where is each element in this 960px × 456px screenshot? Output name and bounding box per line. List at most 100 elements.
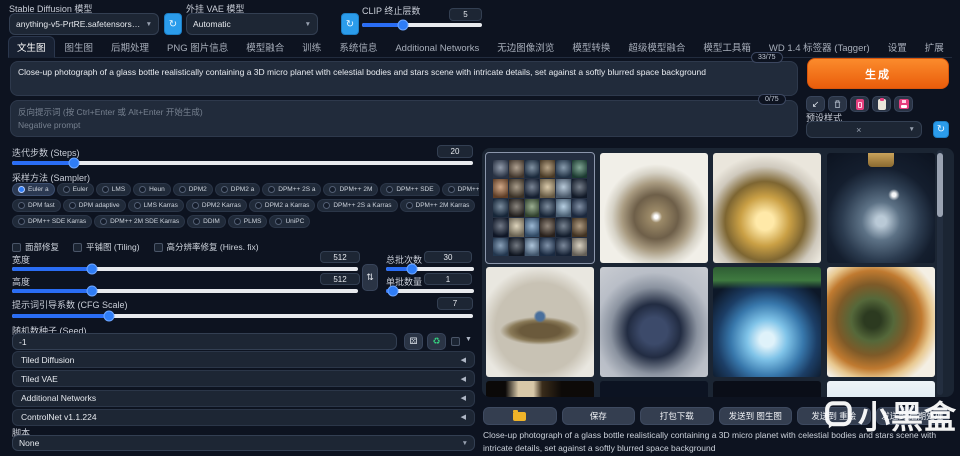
extra-networks-button[interactable] [850,96,869,112]
tab-模型融合[interactable]: 模型融合 [238,37,292,57]
prompt-input[interactable]: Close-up photograph of a glass bottle re… [10,61,798,96]
gallery-image-glass-sphere-sepia-nebula[interactable] [599,153,708,263]
checkbox-option[interactable]: 高分辨率修复 (Hires. fix) [153,241,259,253]
tab-Additional Networks[interactable]: Additional Networks [387,40,487,57]
swap-dimensions-button[interactable]: ⇅ [362,264,378,291]
tab-模型转换[interactable]: 模型转换 [564,37,618,57]
vae-dropdown[interactable]: Automatic ▼ [186,13,318,35]
slider-handle[interactable] [387,285,399,297]
sampler-option[interactable]: DPM++ 2S a Karras [317,199,398,212]
gallery-image-round-flask-night-planet[interactable] [827,153,936,263]
generate-button[interactable]: 生成 [807,58,949,89]
chevron-down-icon[interactable]: ▼ [465,336,472,343]
sampler-option[interactable]: Euler a [12,183,55,196]
sampler-option[interactable]: Euler [56,183,94,196]
gallery-image-saturn-disc-flask[interactable] [486,267,594,377]
tab-训练[interactable]: 训练 [294,37,329,57]
accordion-tiled-vae[interactable]: Tiled VAE ◀ [12,370,475,388]
height-slider[interactable] [12,285,358,297]
clear-icon[interactable]: × [856,125,861,135]
slider-handle[interactable] [86,285,98,297]
clip-skip-slider[interactable] [362,19,482,31]
sampler-option[interactable]: DPM++ 2M Karras [399,199,476,212]
width-slider[interactable] [12,263,358,275]
steps-slider[interactable] [12,157,473,169]
slider-handle[interactable] [68,157,80,169]
sampler-option[interactable]: DPM2 a Karras [248,199,316,212]
slider-handle[interactable] [406,263,418,275]
batch-count-slider[interactable] [386,263,474,275]
gallery-image-amber-bottle-nebula[interactable] [827,267,936,377]
gallery-image-golden-glow-bottle[interactable] [713,153,822,263]
sampler-option[interactable]: DPM2 a [214,183,261,196]
sampler-option[interactable]: DPM++ SDE [380,183,440,196]
zip-download-button[interactable]: 打包下载 [640,407,714,425]
extra-seed-checkbox[interactable] [451,337,460,346]
refresh-styles-button[interactable]: ↻ [933,121,949,138]
open-folder-button[interactable] [483,407,557,425]
sampler-option[interactable]: DPM adaptive [62,199,126,212]
sampler-option[interactable]: DPM2 [172,183,213,196]
checkbox-option[interactable]: 面部修复 [12,241,59,253]
paste-params-button[interactable]: ↙ [806,96,825,112]
sampler-option[interactable]: LMS Karras [127,199,184,212]
slider-handle[interactable] [86,263,98,275]
gallery-image-green-neck-bottle-blue-planet[interactable] [713,267,822,377]
accordion-tiled-diffusion[interactable]: Tiled Diffusion ◀ [12,351,475,368]
scrollbar-thumb[interactable] [937,153,943,217]
height-value[interactable]: 512 [320,273,360,285]
script-dropdown[interactable]: None ▼ [12,435,475,451]
tab-设置[interactable]: 设置 [880,37,915,57]
refresh-model-button[interactable]: ↻ [164,13,182,35]
sampler-option[interactable]: UniPC [269,215,311,228]
sampler-option[interactable]: Heun [133,183,171,196]
gallery-image-jar-with-galaxy[interactable] [599,267,708,377]
clear-prompt-button[interactable] [828,96,847,112]
gallery-image-gold-cap-jar-partial[interactable] [713,381,822,397]
sampler-option[interactable]: DPM++ SDE Karras [12,215,93,228]
tab-超级模型融合[interactable]: 超级模型融合 [620,37,693,57]
sampler-option[interactable]: DPM++ 2M SDE Karras [94,215,186,228]
send-to-img2img-button[interactable]: 发送到 图生图 [718,407,792,425]
negative-prompt-input[interactable]: 反向提示词 (按 Ctrl+Enter 或 Alt+Enter 开始生成) Ne… [10,100,798,137]
tab-无边图像浏览[interactable]: 无边图像浏览 [489,37,562,57]
reuse-seed-button[interactable]: ♻ [427,333,446,350]
gallery-image-dark-bottle-partial[interactable] [486,381,594,397]
batch-size-slider[interactable] [386,285,474,297]
refresh-vae-button[interactable]: ↻ [341,13,359,35]
sampler-option[interactable]: DPM++ 2M SDE [441,183,479,196]
seed-input[interactable]: -1 [12,333,397,350]
sampler-option[interactable]: LMS [95,183,132,196]
random-seed-button[interactable]: ⚄ [404,333,423,350]
tab-模型工具箱[interactable]: 模型工具箱 [695,37,759,57]
sampler-option[interactable]: DPM2 Karras [185,199,247,212]
gallery-scrollbar[interactable] [937,150,943,395]
tab-后期处理[interactable]: 后期处理 [103,37,157,57]
width-value[interactable]: 512 [320,251,360,263]
apply-style-button[interactable] [872,96,891,112]
gallery-image-starry-bottle-partial[interactable] [599,381,708,397]
clip-skip-value[interactable]: 5 [449,8,482,21]
sampler-option[interactable]: DPM++ 2M [323,183,379,196]
tab-文生图[interactable]: 文生图 [8,36,55,58]
batch-count-value[interactable]: 30 [424,251,472,263]
checkbox-option[interactable]: 平铺图 (Tiling) [73,241,140,253]
save-style-button[interactable] [894,96,913,112]
model-dropdown[interactable]: anything-v5-PrtRE.safetensors [7f96a1a5c… [9,13,159,35]
accordion-additional-networks[interactable]: Additional Networks ◀ [12,389,475,407]
steps-value[interactable]: 20 [437,145,473,158]
slider-handle[interactable] [397,19,409,31]
gallery-image-grid-of-all-results[interactable] [485,152,595,264]
batch-size-value[interactable]: 1 [424,273,472,285]
tab-扩展[interactable]: 扩展 [917,37,952,57]
tab-图生图[interactable]: 图生图 [57,37,102,57]
cfg-value[interactable]: 7 [437,297,473,310]
accordion-controlnet-v1-1-224[interactable]: ControlNet v1.1.224 ◀ [12,408,475,426]
cfg-slider[interactable] [12,310,473,322]
sampler-option[interactable]: DDIM [187,215,226,228]
sampler-option[interactable]: DPM++ 2S a [262,183,322,196]
sampler-option[interactable]: DPM fast [12,199,61,212]
tab-系统信息[interactable]: 系统信息 [331,37,385,57]
tab-PNG 图片信息[interactable]: PNG 图片信息 [159,37,236,57]
sampler-option[interactable]: PLMS [227,215,268,228]
